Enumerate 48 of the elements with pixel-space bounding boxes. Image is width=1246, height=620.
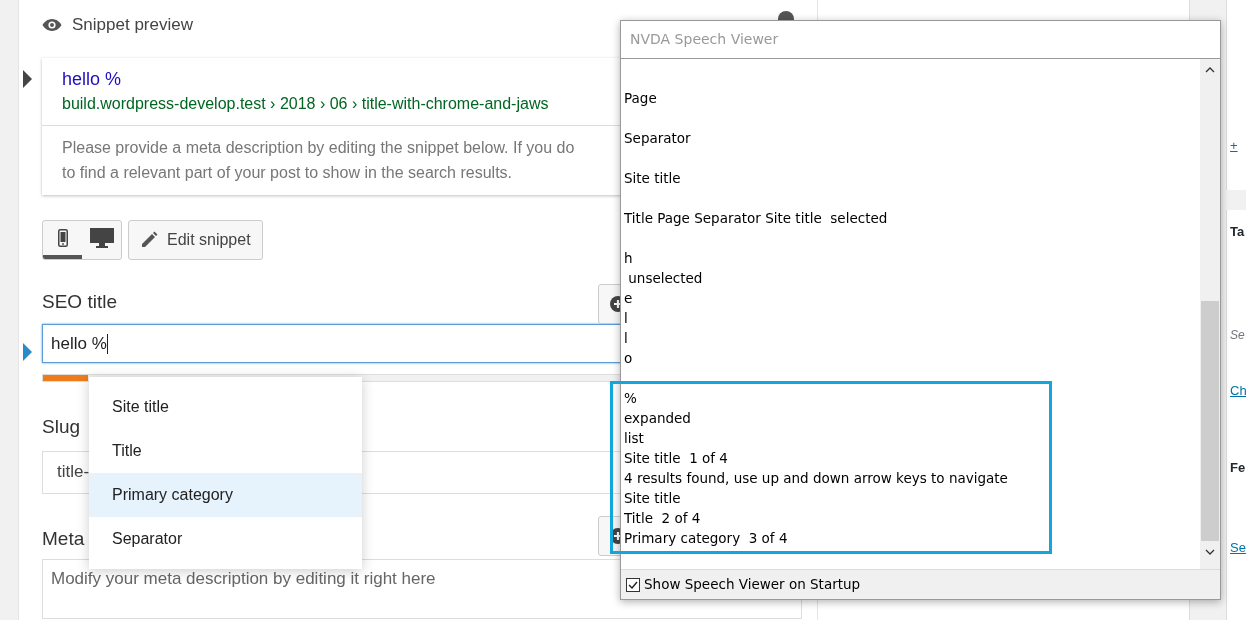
- speech-line: Separator: [624, 129, 691, 148]
- startup-checkbox[interactable]: [626, 577, 640, 592]
- speech-line: list: [624, 429, 644, 448]
- speech-line: Title 2 of 4: [624, 509, 701, 528]
- sidebar-link[interactable]: Ch: [1230, 381, 1246, 401]
- caret-icon: [23, 70, 32, 88]
- sidebar-link[interactable]: +: [1230, 136, 1238, 156]
- suggestion-item[interactable]: Title: [89, 429, 362, 473]
- snippet-description: Please provide a meta description by editing the snippet below. If you do: [62, 138, 575, 158]
- scroll-thumb[interactable]: [1201, 301, 1219, 541]
- speech-line: Page: [624, 89, 657, 108]
- speech-line: l: [624, 329, 628, 348]
- section-heading: Snippet preview: [72, 14, 193, 37]
- mobile-icon: [57, 229, 68, 247]
- eye-icon: [42, 18, 62, 32]
- speech-line: 4 results found, use up and down arrow keys to navigate: [624, 469, 1008, 488]
- hint-text: Se: [1230, 327, 1245, 344]
- speech-line: unselected: [627, 269, 703, 288]
- pencil-icon: [140, 231, 158, 249]
- snippet-title: hello %: [62, 68, 122, 91]
- check-icon: [628, 580, 638, 589]
- suggestion-item[interactable]: Site title: [89, 385, 362, 429]
- speech-line: expanded: [624, 409, 691, 428]
- caret-icon: [23, 343, 32, 361]
- speech-line: Site title 1 of 4: [624, 449, 728, 468]
- speech-line: Title Page Separator Site title selected: [624, 209, 888, 228]
- speech-line: %: [624, 389, 637, 408]
- snippet-description: to find a relevant part of your post to show in the search results.: [62, 163, 512, 183]
- speech-line: Site title: [624, 169, 681, 188]
- speech-line: h: [624, 249, 633, 268]
- suggestion-item[interactable]: Separator: [89, 517, 362, 561]
- suggestion-item[interactable]: Primary category: [89, 473, 362, 517]
- speech-line: e: [624, 289, 633, 308]
- field-label: SEO title: [42, 289, 117, 314]
- help-icon: [778, 11, 794, 20]
- field-label: Slug: [42, 415, 81, 439]
- speech-line: Site title: [624, 489, 681, 508]
- desktop-icon: [89, 228, 114, 248]
- scroll-down-icon: [1205, 549, 1215, 555]
- edit-snippet-button[interactable]: Edit snippet: [128, 220, 263, 260]
- scroll-up-icon: [1205, 67, 1215, 73]
- window-title: NVDA Speech Viewer: [621, 21, 1220, 59]
- panel-heading: Fe: [1230, 459, 1246, 477]
- field-label: Meta: [42, 527, 85, 551]
- speech-line: Primary category 3 of 4: [624, 529, 788, 548]
- snippet-url: build.wordpress-develop.test › 2018 › 06 › title-with-chrome-and-jaws: [62, 94, 549, 114]
- sidebar-link[interactable]: Se: [1230, 538, 1246, 558]
- panel-heading: Ta: [1230, 223, 1245, 241]
